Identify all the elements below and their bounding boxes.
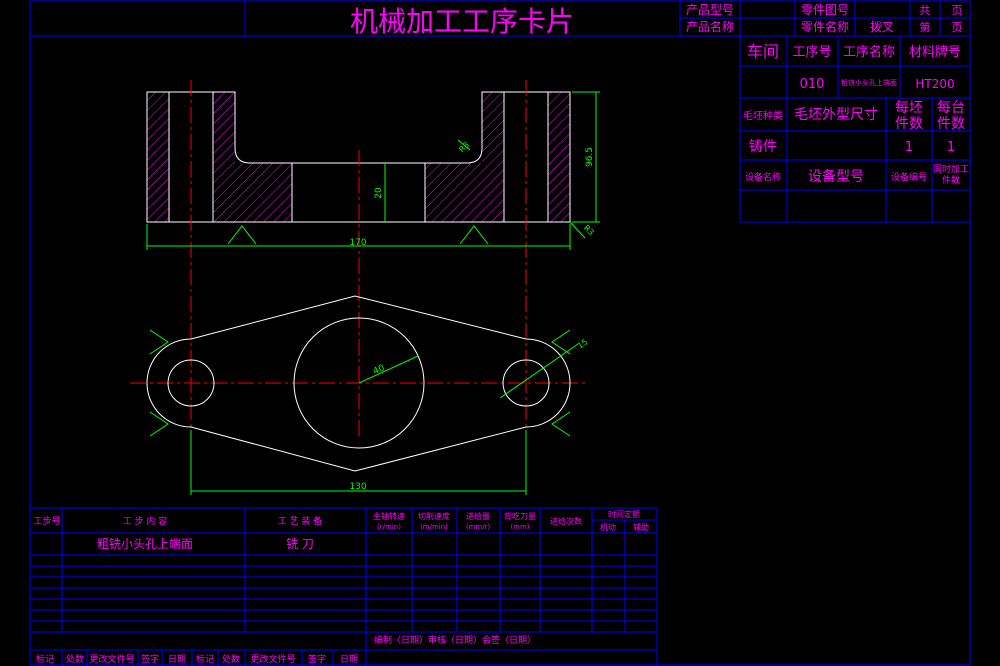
aux-time-header: 辅助 — [633, 522, 649, 532]
page-unit-label: 页 — [952, 4, 963, 17]
per-blank-label: 件数 — [895, 116, 923, 132]
top-view: 130 40 15 — [146, 295, 590, 495]
product-model-label: 产品型号 — [686, 3, 734, 17]
footer-label: 标记 — [196, 653, 214, 665]
process-card-drawing: 机械加工工序卡片 产品型号 产品名称 零件图号 零件名称 拨叉 共 页 第 页 … — [29, 0, 971, 666]
sheet-label: 第 — [920, 20, 931, 34]
footer-label: 日期 — [168, 654, 186, 665]
dim-overall-width: 170 — [349, 238, 366, 248]
equipment-header: 工 艺 装 备 — [278, 515, 323, 527]
blank-type-value: 铸件 — [749, 139, 777, 155]
per-machine-label: 每台 — [937, 100, 965, 116]
footer-label: 更改文件号 — [89, 653, 134, 665]
step-content-header: 工 步 内 容 — [123, 515, 168, 527]
per-blank-label: 每坯 — [895, 100, 923, 116]
center-lines — [130, 80, 588, 440]
time-header: 时间定额 — [608, 509, 640, 519]
dimension-lines — [149, 329, 579, 495]
op-no-label: 工序号 — [792, 45, 831, 60]
per-blank-value: 1 — [905, 140, 913, 155]
dim-overall-height: 96.5 — [585, 147, 595, 167]
per-machine-label: 件数 — [937, 116, 965, 132]
part-name-value: 拨叉 — [870, 20, 894, 34]
total-label: 共 — [920, 4, 931, 17]
product-name-label: 产品名称 — [686, 19, 734, 34]
footer-label: 签字 — [308, 653, 326, 665]
workshop-label: 车间 — [747, 42, 779, 61]
per-machine-value: 1 — [947, 140, 955, 155]
blank-size-label: 毛坯外型尺寸 — [794, 107, 878, 123]
step-content-cell: 粗铣小头孔上端面 — [97, 537, 193, 551]
step-no-header: 工步号 — [33, 516, 60, 527]
feed-unit: (mm/r) — [466, 523, 491, 531]
part-name-label: 零件名称 — [801, 19, 849, 34]
footer-label: 签字 — [141, 653, 159, 665]
op-no-value: 010 — [800, 77, 825, 92]
spindle-speed-header: 主轴转速 — [373, 511, 405, 521]
op-name-value: 粗铣小头孔上端面 — [841, 78, 897, 87]
dim-hole-spacing: 130 — [349, 482, 366, 492]
passes-header: 进给次数 — [550, 516, 582, 526]
page-unit-label: 页 — [952, 21, 963, 34]
roughness-symbol: R3 — [582, 223, 596, 237]
dim-slot-depth: 20 — [374, 187, 384, 199]
footer-label: 更改文件号 — [250, 653, 295, 665]
machine-time-header: 机动 — [600, 522, 616, 532]
front-section-view: 170 96.5 20 R3 R3 — [130, 80, 600, 440]
concurrent-label: 同时加工 — [933, 163, 969, 175]
equipment-cell: 铣 刀 — [286, 537, 314, 551]
equip-no-label: 设备编号 — [891, 171, 927, 183]
spindle-speed-unit: (r/min) — [377, 523, 401, 531]
material-label: 材料牌号 — [909, 44, 961, 60]
material-value: HT200 — [915, 77, 954, 91]
card-title: 机械加工工序卡片 — [350, 5, 574, 38]
part-drawing-no-label: 零件图号 — [801, 3, 849, 17]
op-name-label: 工序名称 — [843, 44, 895, 60]
footer-label: 处数 — [66, 653, 84, 665]
depth-unit: (mm) — [510, 523, 529, 531]
footer-label: 处数 — [222, 653, 240, 665]
process-card-sheet: 机械加工工序卡片 产品型号 产品名称 零件图号 零件名称 拨叉 共 页 第 页 … — [0, 0, 1000, 666]
concurrent-label: 件数 — [942, 174, 960, 186]
dim-center-diameter: 40 — [372, 363, 387, 377]
footer-label: 日期 — [340, 654, 358, 665]
equip-model-label: 设备型号 — [808, 168, 864, 185]
cutting-speed-header: 切削速度 — [418, 511, 450, 521]
depth-header: 背吃刀量 — [504, 511, 536, 521]
equip-name-label: 设备名称 — [745, 171, 781, 183]
footer-label: 标记 — [36, 653, 54, 665]
signoff-summary: 编制（日期）审核（日期）会签（日期） — [374, 634, 536, 646]
roughness-symbol: R3 — [457, 140, 471, 154]
cutting-speed-unit: (m/min) — [420, 523, 448, 531]
blank-type-label: 毛坯种类 — [743, 109, 783, 122]
dim-small-radius: 15 — [576, 337, 590, 350]
feed-header: 进给量 — [466, 511, 490, 521]
